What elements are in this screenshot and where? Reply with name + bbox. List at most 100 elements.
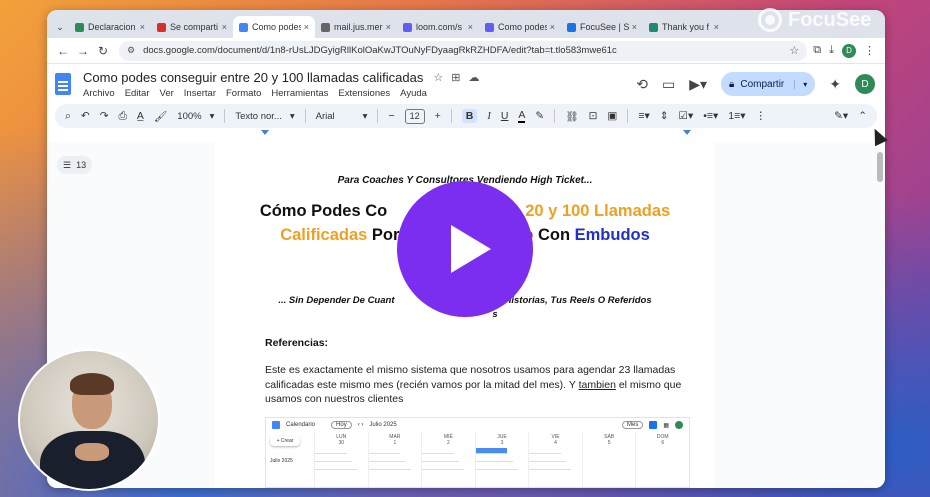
browser-tab[interactable]: Como podes × (233, 16, 315, 38)
bookmark-star-icon[interactable]: ☆ (789, 44, 799, 57)
vertical-scrollbar[interactable] (877, 152, 883, 182)
image-icon[interactable]: ▣ (607, 110, 617, 122)
calendar-event (422, 464, 465, 470)
site-info-icon[interactable]: ⚙ (127, 45, 135, 56)
menu-item[interactable]: Extensiones (338, 88, 390, 99)
tab-close-icon[interactable]: × (304, 22, 309, 32)
calendar-date-number: 3 (500, 440, 504, 446)
menu-kebab-icon[interactable]: ⋮ (864, 44, 875, 57)
move-folder-icon[interactable]: ⊞ (451, 71, 460, 84)
calendar-event (315, 464, 358, 470)
zoom-select[interactable]: 100% ▾ (177, 111, 214, 122)
increase-font-icon[interactable]: + (435, 110, 441, 122)
browser-tab[interactable]: Thank you f × (643, 16, 725, 38)
browser-tab[interactable]: Declaracion × (69, 16, 151, 38)
comments-icon[interactable]: ▭ (662, 76, 675, 93)
spellcheck-icon[interactable]: A̲ (137, 110, 144, 122)
browser-tab[interactable]: loom.com/s × (397, 16, 479, 38)
back-icon[interactable]: ← (53, 44, 73, 58)
extensions-icon[interactable]: ⧉ (813, 44, 821, 57)
url-text: docs.google.com/document/d/1n8-rUsLJDGyi… (143, 45, 617, 56)
comment-icon[interactable]: ⊡ (589, 110, 598, 122)
browser-tab[interactable]: Se comparti × (151, 16, 233, 38)
share-dropdown-icon[interactable]: ▾ (794, 79, 807, 89)
tab-favicon-icon (75, 22, 84, 32)
numbered-list-icon[interactable]: 1≡▾ (728, 110, 745, 122)
left-indent-marker[interactable] (261, 130, 269, 135)
url-field[interactable]: ⚙ docs.google.com/document/d/1n8-rUsLJDG… (119, 40, 808, 61)
tab-favicon-icon (649, 22, 658, 32)
gemini-icon[interactable]: ✦ (829, 76, 841, 93)
undo-icon[interactable]: ↶ (81, 110, 90, 122)
tab-search-icon[interactable]: ⌄ (51, 16, 69, 38)
menu-item[interactable]: Archivo (83, 88, 115, 99)
menu-item[interactable]: Insertar (184, 88, 216, 99)
tab-label: Se comparti (170, 22, 219, 32)
tab-close-icon[interactable]: × (140, 22, 145, 32)
checklist-icon[interactable]: ☑▾ (679, 110, 694, 122)
decrease-font-icon[interactable]: − (388, 110, 394, 122)
tab-close-icon[interactable]: × (632, 22, 637, 32)
align-icon[interactable]: ≡▾ (638, 110, 649, 122)
tab-close-icon[interactable]: × (222, 22, 227, 32)
forward-icon[interactable]: → (73, 44, 93, 58)
tab-close-icon[interactable]: × (386, 22, 391, 32)
profile-avatar[interactable]: D (842, 43, 856, 58)
menu-item[interactable]: Ver (160, 88, 174, 99)
menu-item[interactable]: Formato (226, 88, 261, 99)
print-icon[interactable]: ⎙ (119, 110, 127, 123)
line-spacing-icon[interactable]: ⇕ (660, 110, 669, 122)
tab-close-icon[interactable]: × (468, 22, 473, 32)
underline-icon[interactable]: U (501, 110, 509, 122)
font-size-input[interactable]: 12 (404, 108, 425, 124)
outline-button[interactable]: ☰ 13 (57, 156, 93, 174)
reload-icon[interactable]: ↻ (93, 44, 113, 58)
text-color-icon[interactable]: A (518, 109, 526, 123)
meet-icon[interactable]: ▶▾ (689, 76, 707, 93)
menu-bar: Archivo Editar Ver Insertar Formato Herramien… (83, 88, 479, 99)
toolbar-divider (304, 109, 306, 123)
tambien-link[interactable]: tambien (579, 379, 616, 391)
paint-format-icon[interactable]: 🖌︎ (154, 110, 167, 123)
calendar-event (529, 448, 561, 454)
tab-close-icon[interactable]: × (714, 22, 719, 32)
menu-item[interactable]: Ayuda (400, 88, 427, 99)
paragraph-style-select[interactable]: Texto nor... ▾ (235, 111, 294, 122)
menu-item[interactable]: Herramientas (271, 88, 328, 99)
calendar-event (368, 464, 411, 470)
editing-mode-icon[interactable]: ✎▾ (834, 110, 848, 122)
history-icon[interactable]: ⟲ (636, 76, 648, 93)
highlight-icon[interactable]: ✎ (535, 110, 544, 122)
calendar-sidebar: + Crear Julio 2025 (270, 436, 300, 464)
cloud-status-icon[interactable]: ☁ (468, 71, 479, 84)
link-icon[interactable]: ⛓︎ (565, 110, 578, 123)
tab-label: mail.jus.mer (334, 22, 383, 32)
play-icon (451, 225, 491, 273)
tab-close-icon[interactable]: × (550, 22, 555, 32)
collapse-toolbar-icon[interactable]: ⌃ (858, 110, 867, 122)
italic-icon[interactable]: I (487, 111, 491, 122)
browser-tab[interactable]: FocuSee | So× (561, 16, 643, 38)
menu-item[interactable]: Editar (125, 88, 150, 99)
document-title[interactable]: Como podes conseguir entre 20 y 100 llam… (83, 70, 423, 85)
calendar-event (368, 456, 406, 462)
star-icon[interactable]: ☆ (433, 71, 443, 84)
account-avatar[interactable]: D (855, 74, 875, 94)
more-options-icon[interactable]: ⋮ (756, 110, 767, 122)
share-button[interactable]: 🔒︎ Compartir ▾ (721, 72, 816, 96)
right-indent-marker[interactable] (683, 130, 691, 135)
download-icon[interactable]: ⤓ (829, 44, 834, 57)
bold-icon[interactable]: B (461, 109, 478, 123)
redo-icon[interactable]: ↷ (100, 110, 109, 122)
search-menus-icon[interactable]: ⌕ (65, 110, 71, 123)
outline-count: 13 (76, 160, 87, 170)
docs-logo-icon[interactable] (55, 73, 71, 95)
browser-tab[interactable]: mail.jus.mer × (315, 16, 397, 38)
bullet-list-icon[interactable]: •≡▾ (703, 110, 718, 122)
calendar-event (475, 464, 518, 470)
tab-favicon-icon (239, 22, 248, 32)
tab-favicon-icon (157, 22, 166, 32)
play-button[interactable] (397, 181, 533, 317)
font-select[interactable]: Arial ▾ (316, 111, 368, 122)
browser-tab[interactable]: Como podes × (479, 16, 561, 38)
